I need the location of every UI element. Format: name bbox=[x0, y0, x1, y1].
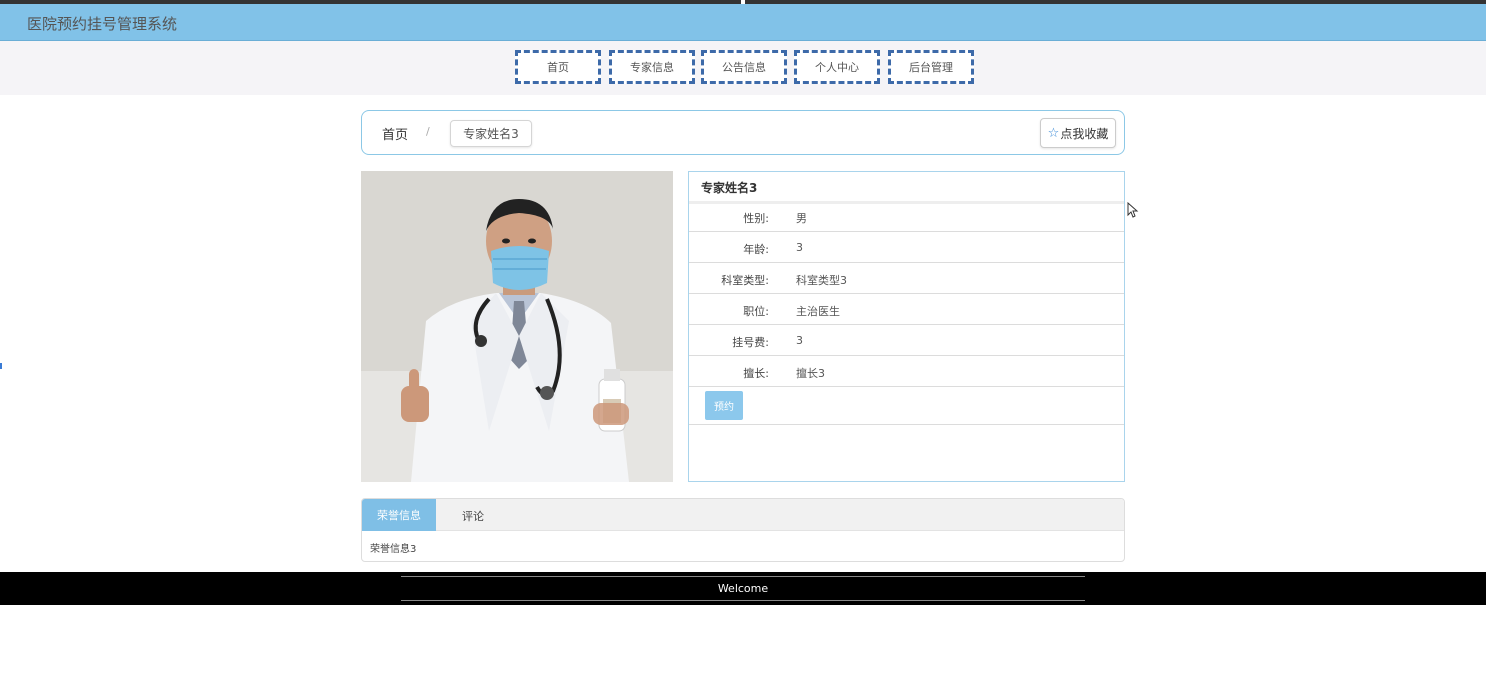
site-title: 医院预约挂号管理系统 bbox=[27, 15, 178, 33]
mouse-cursor-icon bbox=[1127, 202, 1139, 218]
nav-home[interactable]: 首页 bbox=[515, 50, 601, 84]
field-value: 3 bbox=[796, 241, 803, 254]
main-nav: 首页 专家信息 公告信息 个人中心 后台管理 bbox=[0, 41, 1486, 95]
footer-line-top bbox=[401, 576, 1085, 577]
expert-photo bbox=[361, 171, 673, 482]
star-icon: ☆ bbox=[1047, 125, 1060, 141]
tab-bar: 荣誉信息 评论 bbox=[362, 499, 1124, 531]
expert-name: 专家姓名3 bbox=[701, 181, 758, 195]
footer-line-bottom bbox=[401, 600, 1085, 601]
field-label: 职位: bbox=[743, 305, 769, 318]
field-value: 科室类型3 bbox=[796, 274, 847, 287]
nav-personal-center[interactable]: 个人中心 bbox=[794, 50, 880, 84]
book-button[interactable]: 预约 bbox=[705, 391, 743, 420]
field-label: 科室类型: bbox=[721, 274, 769, 287]
info-row-position: 职位: 主治医生 bbox=[689, 294, 1124, 325]
favorite-label: 点我收藏 bbox=[1060, 126, 1109, 141]
field-value: 3 bbox=[796, 334, 803, 347]
nav-admin[interactable]: 后台管理 bbox=[888, 50, 974, 84]
info-row-gender: 性别: 男 bbox=[689, 201, 1124, 232]
field-label: 擅长: bbox=[743, 367, 769, 380]
tab-content: 荣誉信息3 bbox=[370, 544, 417, 555]
tab-comments[interactable]: 评论 bbox=[462, 508, 484, 524]
nav-announcements[interactable]: 公告信息 bbox=[701, 50, 787, 84]
favorite-button[interactable]: ☆ 点我收藏 bbox=[1040, 118, 1116, 148]
info-row-department: 科室类型: 科室类型3 bbox=[689, 263, 1124, 294]
info-row-fee: 挂号费: 3 bbox=[689, 325, 1124, 356]
left-edge-marker bbox=[0, 363, 2, 369]
field-label: 挂号费: bbox=[732, 336, 769, 349]
info-row-age: 年龄: 3 bbox=[689, 232, 1124, 263]
footer-text: Welcome bbox=[717, 582, 769, 595]
footer: Welcome bbox=[0, 572, 1486, 605]
breadcrumb: 首页 / 专家姓名3 ☆ 点我收藏 bbox=[361, 110, 1125, 155]
tab-honors[interactable]: 荣誉信息 bbox=[362, 499, 436, 531]
detail-tabs: 荣誉信息 评论 荣誉信息3 bbox=[361, 498, 1125, 562]
nav-experts[interactable]: 专家信息 bbox=[609, 50, 695, 84]
breadcrumb-home[interactable]: 首页 bbox=[382, 124, 408, 143]
expert-info-panel: 专家姓名3 性别: 男 年龄: 3 科室类型: 科室类型3 职位: 主治医生 挂… bbox=[688, 171, 1125, 482]
field-value: 男 bbox=[796, 212, 807, 225]
doctor-photo-illustration bbox=[361, 171, 673, 482]
site-header: 医院预约挂号管理系统 bbox=[0, 4, 1486, 41]
field-label: 年龄: bbox=[743, 243, 769, 256]
field-label: 性别: bbox=[743, 212, 769, 225]
book-divider bbox=[689, 424, 1124, 425]
field-value: 主治医生 bbox=[796, 305, 840, 318]
field-value: 擅长3 bbox=[796, 367, 825, 380]
breadcrumb-separator: / bbox=[426, 125, 430, 138]
info-row-specialty: 擅长: 擅长3 bbox=[689, 356, 1124, 387]
breadcrumb-current: 专家姓名3 bbox=[450, 120, 532, 147]
